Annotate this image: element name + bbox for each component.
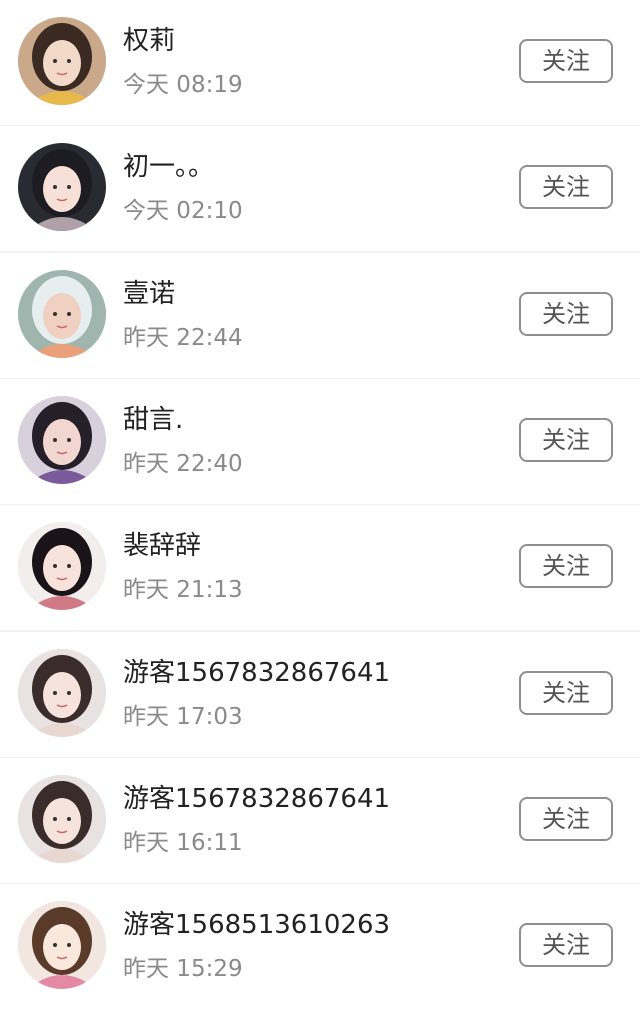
avatar-photo-7: [18, 775, 106, 863]
user-name: 裴辞辞: [123, 531, 202, 561]
avatar[interactable]: [18, 270, 106, 358]
user-name: 甜言.: [123, 405, 184, 435]
avatar[interactable]: [18, 522, 106, 610]
avatar-photo-2: [18, 143, 106, 231]
user-name: 权莉: [123, 26, 176, 56]
follow-button[interactable]: 关注: [519, 671, 613, 715]
user-name: 游客1568513610263: [123, 910, 391, 940]
user-name: 初一。。: [123, 152, 215, 182]
user-name: 壹诺: [123, 279, 176, 309]
list-item[interactable]: 裴辞辞昨天 21:13 关注: [0, 505, 640, 630]
avatar[interactable]: [18, 649, 106, 737]
list-item[interactable]: 游客1568513610263 昨天 15:29 关注: [0, 884, 640, 1009]
timestamp: 昨天 16:11: [123, 830, 243, 856]
avatar-photo-5: [18, 522, 106, 610]
follow-button[interactable]: 关注: [519, 923, 613, 967]
follower-list: 权莉 今天 08:19 关注 初一。。 今天 02:10 关注 壹诺 昨天 22:44 关注 甜言…: [0, 0, 640, 1009]
timestamp: 今天 08:19: [123, 72, 243, 98]
list-item[interactable]: 游客1567832867641 昨天 16:11 关注: [0, 758, 640, 883]
follow-button[interactable]: 关注: [519, 544, 613, 588]
list-item[interactable]: 游客1567832867641 昨天 17:03 关注: [0, 632, 640, 757]
follow-button[interactable]: 关注: [519, 39, 613, 83]
list-item[interactable]: 甜言. 昨天 22:40 关注: [0, 379, 640, 504]
list-item[interactable]: 壹诺昨天 22:44 关注: [0, 253, 640, 378]
timestamp: 昨天 17:03: [123, 704, 243, 730]
timestamp: 昨天 21:13: [123, 577, 243, 603]
follow-button[interactable]: 关注: [519, 797, 613, 841]
avatar[interactable]: [18, 17, 106, 105]
list-item[interactable]: 权莉今天 08:19 关注: [0, 0, 640, 125]
avatar-photo-3: [18, 270, 106, 358]
avatar[interactable]: [18, 775, 106, 863]
follow-button[interactable]: 关注: [519, 418, 613, 462]
list-item[interactable]: 初一。。今天 02:10 关注: [0, 126, 640, 251]
follow-button[interactable]: 关注: [519, 292, 613, 336]
timestamp: 今天 02:10: [123, 198, 243, 224]
user-name: 游客1567832867641: [123, 784, 391, 814]
avatar[interactable]: [18, 143, 106, 231]
avatar-photo-1: [18, 17, 106, 105]
avatar[interactable]: [18, 396, 106, 484]
timestamp: 昨天 22:44: [123, 325, 243, 351]
avatar-photo-6: [18, 649, 106, 737]
avatar-photo-8: [18, 901, 106, 989]
timestamp: 昨天 22:40: [123, 451, 243, 477]
follow-button[interactable]: 关注: [519, 165, 613, 209]
avatar-photo-4: [18, 396, 106, 484]
avatar[interactable]: [18, 901, 106, 989]
user-name: 游客1567832867641: [123, 658, 391, 688]
timestamp: 昨天 15:29: [123, 956, 243, 982]
